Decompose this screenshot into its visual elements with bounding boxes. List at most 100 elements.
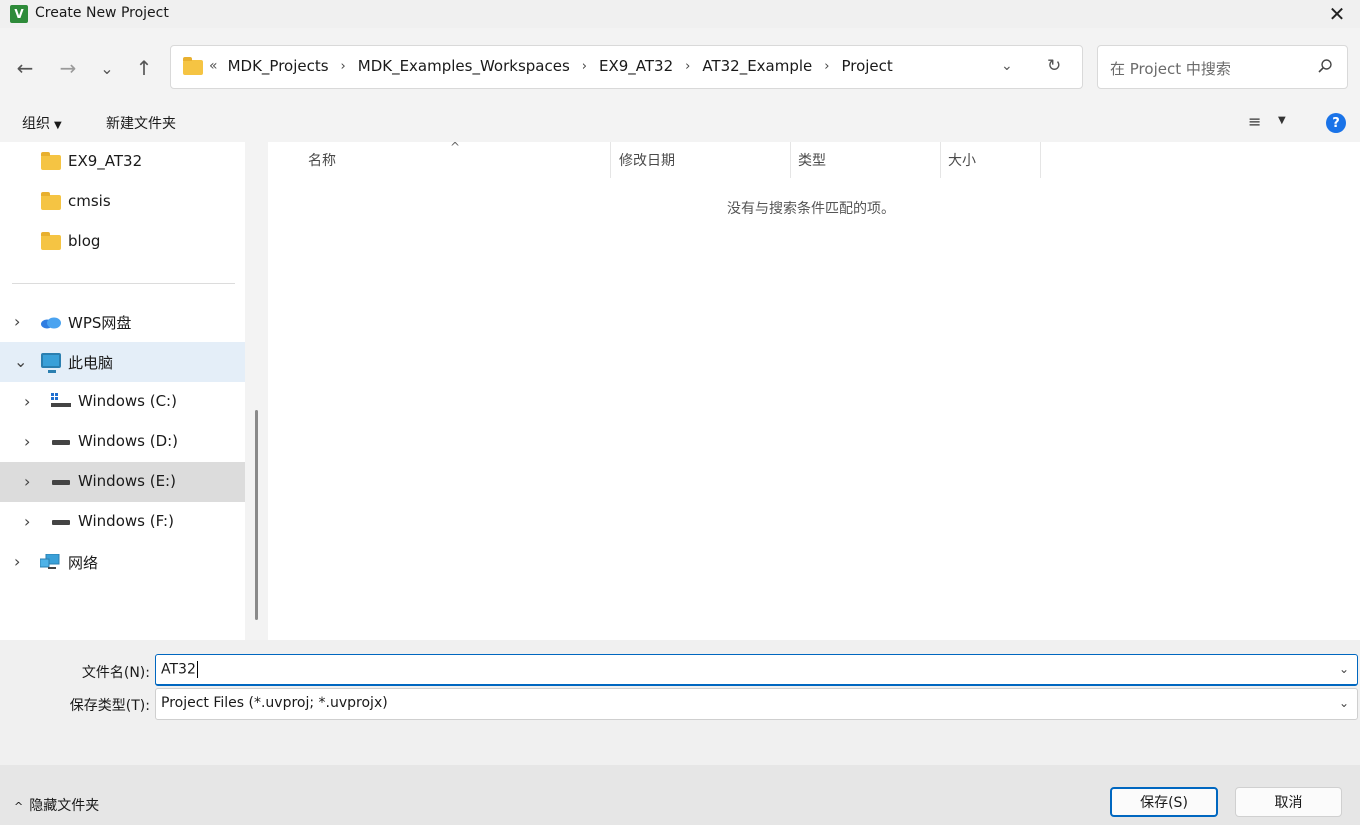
sidebar-item-label: Windows (E:)	[78, 472, 176, 490]
sidebar-item-label: WPS网盘	[68, 314, 132, 332]
sidebar-item-wps-drive[interactable]: › WPS网盘	[0, 302, 245, 342]
filename-value: AT32	[161, 661, 198, 678]
sidebar-item-network[interactable]: › 网络	[0, 542, 245, 582]
breadcrumb-item[interactable]: AT32_Example	[702, 57, 812, 75]
filename-label: 文件名(N):	[81, 665, 150, 681]
column-header-date-modified[interactable]: 修改日期	[619, 142, 789, 178]
caret-down-icon: ▼	[54, 120, 62, 131]
view-options-icon[interactable]: ≡	[1248, 112, 1261, 131]
command-bar: 组织 ▼ 新建文件夹 ≡ ▼ ?	[0, 104, 1360, 142]
drive-icon	[52, 440, 70, 445]
breadcrumb-separator[interactable]: ›	[824, 59, 829, 74]
sidebar-item-drive-c[interactable]: › Windows (C:)	[0, 382, 245, 422]
breadcrumb-item[interactable]: MDK_Examples_Workspaces	[358, 57, 570, 75]
sidebar-item-folder[interactable]: EX9_AT32	[0, 142, 245, 182]
breadcrumb-separator[interactable]: ›	[341, 59, 346, 74]
column-divider[interactable]	[1040, 142, 1041, 178]
column-header-type[interactable]: 类型	[798, 142, 938, 178]
column-header-name[interactable]: 名称	[308, 142, 610, 178]
column-header-size[interactable]: 大小	[948, 142, 1040, 178]
help-icon[interactable]: ?	[1326, 113, 1346, 133]
sidebar-item-label: 网络	[68, 554, 99, 572]
sidebar-item-label: Windows (D:)	[78, 432, 179, 450]
drive-icon	[52, 480, 70, 485]
sidebar-item-label: blog	[68, 232, 101, 250]
column-header-label: 名称	[308, 153, 336, 169]
refresh-button[interactable]: ↻	[1047, 56, 1061, 76]
sidebar-item-drive-e[interactable]: › Windows (E:)	[0, 462, 245, 502]
chevron-up-icon: ^	[14, 800, 24, 813]
breadcrumb-separator[interactable]: ›	[582, 59, 587, 74]
chevron-right-icon[interactable]: ›	[14, 312, 20, 331]
column-header-label: 大小	[948, 153, 976, 169]
chevron-down-icon[interactable]: ⌄	[1339, 696, 1349, 710]
breadcrumb-item[interactable]: MDK_Projects	[228, 57, 329, 75]
column-header-label: 类型	[798, 153, 826, 169]
column-divider[interactable]	[940, 142, 941, 178]
network-icon	[40, 554, 60, 569]
chevron-right-icon[interactable]: ›	[24, 432, 30, 451]
navigation-pane: EX9_AT32 cmsis blog › WPS网盘 ⌄ 此电脑 › Wind…	[0, 142, 245, 640]
empty-state-message: 没有与搜索条件匹配的项。	[727, 201, 895, 217]
hide-folders-button[interactable]: ^ 隐藏文件夹	[14, 795, 99, 815]
sidebar-item-this-pc[interactable]: ⌄ 此电脑	[0, 342, 245, 382]
close-button[interactable]: ✕	[1314, 0, 1360, 28]
filetype-value: Project Files (*.uvproj; *.uvprojx)	[161, 695, 388, 711]
folder-icon	[183, 57, 203, 75]
chevron-right-icon[interactable]: ›	[24, 392, 30, 411]
view-options-caret-icon[interactable]: ▼	[1278, 115, 1286, 126]
cancel-button[interactable]: 取消	[1235, 787, 1342, 817]
folder-icon	[41, 192, 61, 210]
search-icon[interactable]	[1317, 58, 1333, 74]
navigation-row: ← → ⌄ ↑ « MDK_Projects › MDK_Examples_Wo…	[0, 28, 1360, 104]
search-placeholder: 在 Project 中搜索	[1110, 60, 1231, 78]
dialog-footer: ^ 隐藏文件夹 保存(S) 取消	[0, 765, 1360, 825]
address-bar[interactable]: « MDK_Projects › MDK_Examples_Workspaces…	[170, 45, 1083, 89]
new-folder-button[interactable]: 新建文件夹	[106, 113, 176, 133]
chevron-down-icon[interactable]: ⌄	[14, 352, 27, 371]
sidebar-item-folder[interactable]: cmsis	[0, 182, 245, 222]
folder-icon	[41, 152, 61, 170]
chevron-right-icon[interactable]: ›	[14, 552, 20, 571]
sidebar-item-label: 此电脑	[68, 354, 114, 372]
chevron-right-icon[interactable]: ›	[24, 472, 30, 491]
organize-label: 组织	[22, 116, 50, 132]
forward-button[interactable]: →	[54, 54, 82, 82]
breadcrumb-item[interactable]: Project	[841, 57, 892, 75]
address-dropdown-button[interactable]: ⌄	[1001, 58, 1013, 74]
save-form: 文件名(N): AT32 ⌄ 保存类型(T): Project Files (*…	[0, 640, 1360, 765]
column-header-label: 修改日期	[619, 153, 675, 169]
breadcrumb-item[interactable]: EX9_AT32	[599, 57, 673, 75]
search-box[interactable]: 在 Project 中搜索	[1097, 45, 1348, 89]
sidebar-item-label: cmsis	[68, 192, 111, 210]
window-title: Create New Project	[35, 5, 169, 21]
chevron-down-icon[interactable]: ⌄	[1339, 662, 1349, 676]
computer-icon	[41, 353, 61, 373]
navigation-scrollbar[interactable]	[255, 410, 258, 620]
sidebar-item-drive-f[interactable]: › Windows (F:)	[0, 502, 245, 542]
filename-field[interactable]: AT32 ⌄	[155, 654, 1358, 686]
filetype-select[interactable]: Project Files (*.uvproj; *.uvprojx) ⌄	[155, 688, 1358, 720]
breadcrumb-separator[interactable]: ›	[685, 59, 690, 74]
column-divider[interactable]	[790, 142, 791, 178]
file-list: ^ 名称 修改日期 类型 大小 没有与搜索条件匹配的项。	[268, 140, 1360, 640]
cloud-icon	[41, 317, 61, 329]
recent-locations-button[interactable]: ⌄	[93, 54, 121, 82]
filetype-label: 保存类型(T):	[69, 698, 150, 714]
chevron-right-icon[interactable]: ›	[24, 512, 30, 531]
column-divider[interactable]	[610, 142, 611, 178]
up-button[interactable]: ↑	[130, 54, 158, 82]
organize-menu-button[interactable]: 组织 ▼	[22, 113, 62, 133]
windows-drive-icon	[51, 393, 71, 407]
breadcrumb-overflow-button[interactable]: «	[209, 58, 218, 74]
back-button[interactable]: ←	[11, 54, 39, 82]
sidebar-item-drive-d[interactable]: › Windows (D:)	[0, 422, 245, 462]
sidebar-item-folder[interactable]: blog	[0, 222, 245, 262]
folder-icon	[41, 232, 61, 250]
sidebar-item-label: EX9_AT32	[68, 152, 143, 170]
sidebar-item-label: Windows (F:)	[78, 512, 174, 530]
sidebar-divider	[12, 283, 235, 284]
save-button[interactable]: 保存(S)	[1110, 787, 1218, 817]
hide-folders-label: 隐藏文件夹	[29, 798, 100, 814]
breadcrumb: « MDK_Projects › MDK_Examples_Workspaces…	[209, 57, 893, 75]
